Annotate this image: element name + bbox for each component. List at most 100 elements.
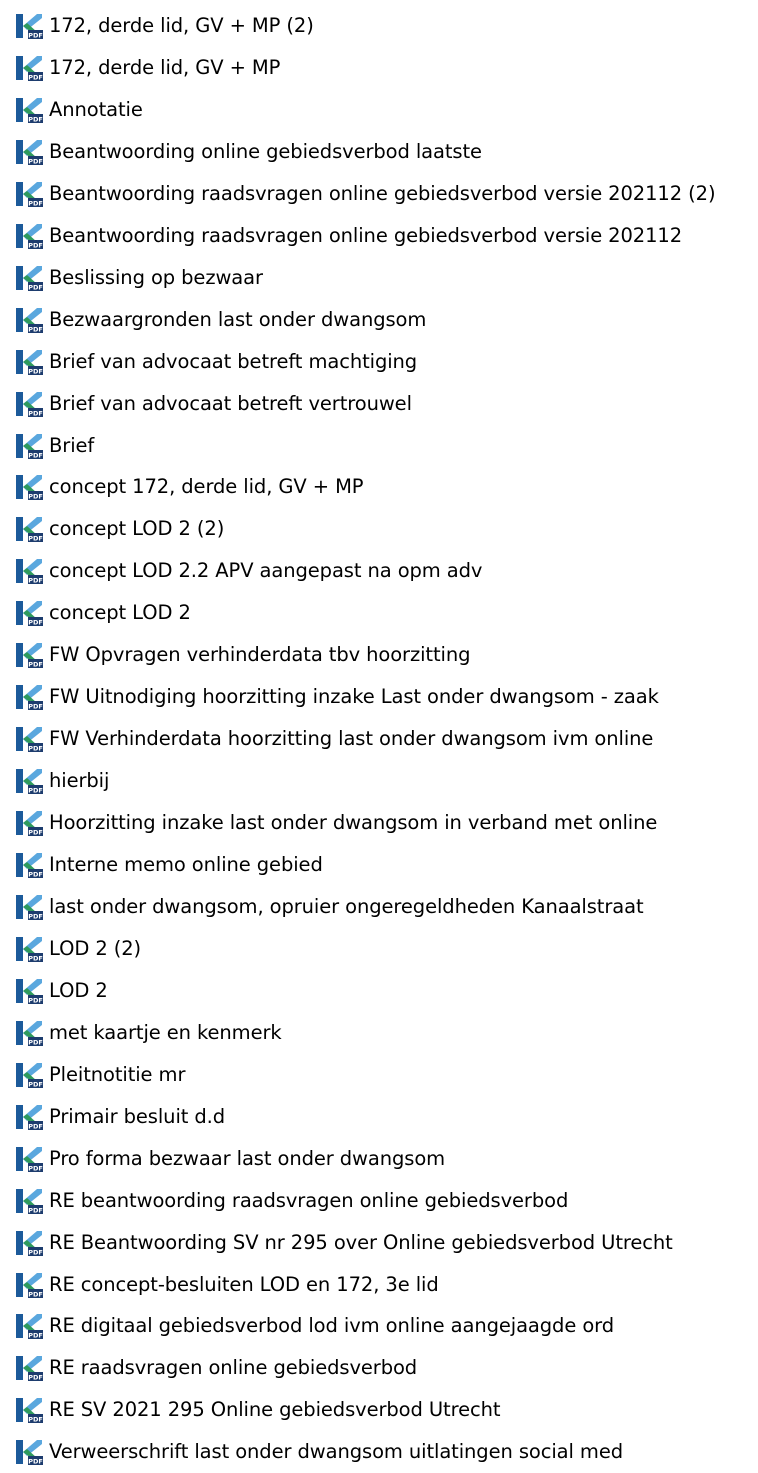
file-name: RE concept-besluiten LOD en 172, 3e lid (49, 1272, 439, 1296)
file-item[interactable]: PDF concept LOD 2.2 APV aangepast na opm … (0, 550, 758, 592)
file-name: Hoorzitting inzake last onder dwangsom i… (49, 811, 658, 835)
pdf-document-icon: PDF (16, 727, 43, 753)
file-name: Beantwoording online gebiedsverbod laats… (49, 139, 482, 163)
file-item[interactable]: PDF Pleitnotitie mr (0, 1054, 758, 1096)
file-name: Interne memo online gebied (49, 853, 323, 876)
file-item[interactable]: PDF last onder dwangsom, opruier ongerege… (0, 886, 758, 928)
file-item[interactable]: PDF Beslissing op bezwaar (0, 257, 758, 299)
file-item[interactable]: PDF Brief van advocaat betreft vertrouwel (0, 383, 758, 425)
pdf-document-icon: PDF (16, 769, 43, 795)
file-item[interactable]: PDF 172, derde lid, GV + MP (0, 47, 758, 89)
pdf-tag-label: PDF (28, 1374, 43, 1382)
file-name: RE digitaal gebiedsverbod lod ivm online… (49, 1314, 615, 1338)
file-name: concept LOD 2 (49, 601, 191, 625)
file-item[interactable]: PDF RE Beantwoording SV nr 295 over Onlin… (0, 1222, 758, 1264)
pdf-document-icon: PDF (16, 894, 43, 920)
file-item[interactable]: PDF concept 172, derde lid, GV + MP (0, 466, 758, 508)
file-name: concept LOD 2 (2) (49, 517, 225, 541)
pdf-tag-label: PDF (28, 787, 43, 795)
file-item[interactable]: PDF concept LOD 2 (0, 592, 758, 634)
pdf-document-icon: PDF (16, 601, 43, 627)
file-name: Primair besluit d.d (49, 1104, 226, 1128)
pdf-tag-label: PDF (28, 115, 43, 123)
pdf-document-icon: PDF (16, 475, 43, 501)
file-item[interactable]: PDF LOD 2 (2) (0, 928, 758, 970)
pdf-tag-label: PDF (28, 871, 43, 879)
file-item[interactable]: PDF RE digitaal gebiedsverbod lod ivm onl… (0, 1305, 758, 1347)
pdf-document-icon: PDF (16, 265, 43, 291)
file-item[interactable]: PDF Pro forma bezwaar last onder dwangsom (0, 1138, 758, 1180)
pdf-tag-label: PDF (28, 619, 43, 627)
file-item[interactable]: PDF RE SV 2021 295 Online gebiedsverbod U… (0, 1389, 758, 1431)
file-item[interactable]: PDF FW Verhinderdata hoorzitting last ond… (0, 718, 758, 760)
pdf-tag-label: PDF (28, 1122, 43, 1130)
file-item[interactable]: PDF Beantwoording raadsvragen online gebi… (0, 173, 758, 215)
file-item[interactable]: PDF Interne memo online gebied (0, 844, 758, 886)
pdf-document-icon: PDF (16, 349, 43, 375)
file-item[interactable]: PDF concept LOD 2 (2) (0, 508, 758, 550)
file-name: met kaartje en kenmerk (49, 1020, 282, 1044)
file-item[interactable]: PDF Primair besluit d.d (0, 1096, 758, 1138)
pdf-tag-label: PDF (28, 535, 43, 543)
file-item[interactable]: PDF Bezwaargronden last onder dwangsom (0, 299, 758, 341)
pdf-document-icon: PDF (16, 978, 43, 1004)
pdf-tag-label: PDF (28, 1248, 43, 1256)
pdf-tag-label: PDF (28, 1206, 43, 1214)
pdf-document-icon: PDF (16, 1398, 43, 1424)
file-item[interactable]: PDF Beantwoording online gebiedsverbod la… (0, 131, 758, 173)
file-name: Bezwaargronden last onder dwangsom (49, 307, 427, 331)
pdf-tag-label: PDF (28, 996, 43, 1004)
file-item[interactable]: PDF 172, derde lid, GV + MP (2) (0, 5, 758, 47)
file-name: Beantwoording raadsvragen online gebieds… (49, 181, 716, 205)
pdf-tag-label: PDF (28, 829, 43, 837)
pdf-document-icon: PDF (16, 1104, 43, 1130)
pdf-document-icon: PDF (16, 1314, 43, 1340)
pdf-tag-label: PDF (28, 32, 43, 40)
pdf-document-icon: PDF (16, 223, 43, 249)
file-name: 172, derde lid, GV + MP (49, 55, 281, 79)
file-name: concept 172, derde lid, GV + MP (49, 475, 364, 499)
pdf-tag-label: PDF (28, 954, 43, 962)
pdf-document-icon: PDF (16, 643, 43, 669)
pdf-document-icon: PDF (16, 853, 43, 879)
pdf-tag-label: PDF (28, 241, 43, 249)
pdf-document-icon: PDF (16, 391, 43, 417)
pdf-document-icon: PDF (16, 433, 43, 459)
file-item[interactable]: PDF Beantwoording raadsvragen online gebi… (0, 215, 758, 257)
pdf-tag-label: PDF (28, 493, 43, 501)
file-item[interactable]: PDF Annotatie (0, 89, 758, 131)
pdf-document-icon: PDF (16, 55, 43, 81)
file-item[interactable]: PDF FW Uitnodiging hoorzitting inzake Las… (0, 676, 758, 718)
pdf-document-icon: PDF (16, 685, 43, 711)
pdf-document-icon: PDF (16, 936, 43, 962)
pdf-tag-label: PDF (28, 1458, 43, 1466)
pdf-document-icon: PDF (16, 1146, 43, 1172)
file-item[interactable]: PDF LOD 2 (0, 970, 758, 1012)
file-item[interactable]: PDF RE beantwoording raadsvragen online g… (0, 1180, 758, 1222)
pdf-tag-label: PDF (28, 283, 43, 291)
file-name: RE beantwoording raadsvragen online gebi… (49, 1188, 569, 1212)
file-item[interactable]: PDF RE concept-besluiten LOD en 172, 3e l… (0, 1264, 758, 1306)
pdf-tag-label: PDF (28, 73, 43, 81)
file-item[interactable]: PDF Brief (0, 425, 758, 467)
file-item[interactable]: PDF Brief van advocaat betreft machtiging (0, 341, 758, 383)
file-name: RE Beantwoording SV nr 295 over Online g… (49, 1230, 673, 1254)
file-name: Brief van advocaat betreft vertrouwel (49, 391, 412, 415)
file-item[interactable]: PDF FW Opvragen verhinderdata tbv hoorzit… (0, 634, 758, 676)
pdf-document-icon: PDF (16, 307, 43, 333)
pdf-tag-label: PDF (28, 1080, 43, 1088)
file-name: hierbij (49, 769, 110, 793)
pdf-tag-label: PDF (28, 157, 43, 165)
file-item[interactable]: PDF met kaartje en kenmerk (0, 1012, 758, 1054)
file-item[interactable]: PDF RE raadsvragen online gebiedsverbod (0, 1347, 758, 1389)
file-name: last onder dwangsom, opruier ongeregeldh… (49, 894, 644, 918)
pdf-tag-label: PDF (28, 451, 43, 459)
file-item[interactable]: PDF hierbij (0, 760, 758, 802)
pdf-document-icon: PDF (16, 517, 43, 543)
file-name: Verweerschrift last onder dwangsom uitla… (49, 1440, 623, 1464)
file-name: Brief (49, 433, 95, 457)
pdf-tag-label: PDF (28, 199, 43, 207)
file-item[interactable]: PDF Verweerschrift last onder dwangsom ui… (0, 1431, 758, 1473)
file-name: RE SV 2021 295 Online gebiedsverbod Utre… (49, 1398, 501, 1422)
file-item[interactable]: PDF Hoorzitting inzake last onder dwangso… (0, 802, 758, 844)
